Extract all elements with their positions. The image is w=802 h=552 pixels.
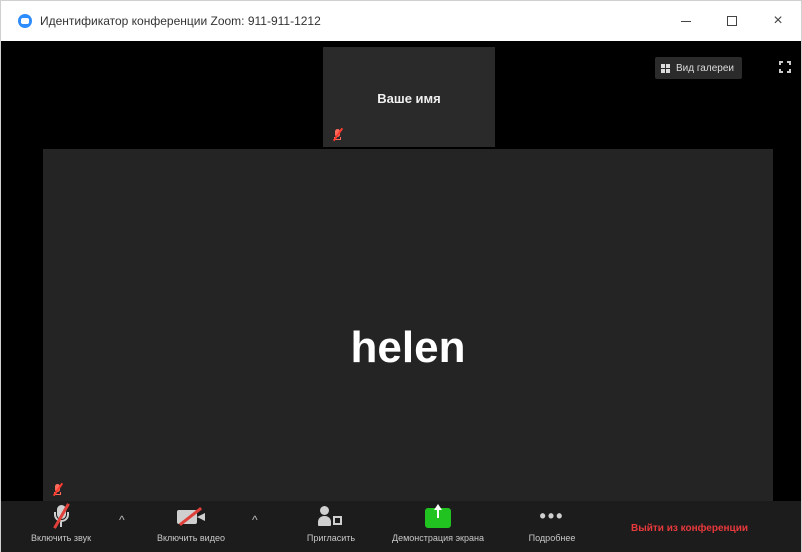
gallery-view-button[interactable]: Вид галереи — [655, 57, 742, 79]
speaker-muted-mic-icon — [52, 482, 64, 497]
start-video-button[interactable]: Включить видео — [141, 501, 241, 552]
maximize-button[interactable] — [709, 1, 755, 41]
close-icon: × — [773, 12, 783, 29]
fullscreen-icon[interactable] — [779, 61, 791, 73]
self-video-tile[interactable]: Ваше имя — [323, 47, 495, 147]
self-muted-mic-icon — [332, 127, 344, 142]
video-off-camera-icon — [175, 505, 207, 527]
invite-button[interactable]: Пригласить — [291, 501, 371, 552]
video-options-chevron-up-icon[interactable]: ^ — [252, 513, 258, 527]
active-speaker-tile[interactable]: helen — [43, 149, 773, 501]
share-screen-icon — [425, 504, 451, 528]
invite-participant-icon — [318, 505, 344, 527]
start-video-label: Включить видео — [157, 533, 225, 543]
gallery-view-label: Вид галереи — [676, 62, 734, 74]
invite-label: Пригласить — [306, 533, 356, 543]
video-stage: Ваше имя Вид галереи helen — [1, 41, 801, 501]
leave-meeting-button[interactable]: Выйти из конференции — [631, 523, 748, 534]
audio-options-chevron-up-icon[interactable]: ^ — [119, 513, 125, 527]
zoom-meeting-window: Идентификатор конференции Zoom: 911-911-… — [0, 0, 802, 552]
more-options-label: Подробнее — [528, 533, 576, 543]
share-screen-label: Демонстрация экрана — [392, 533, 484, 543]
more-dots-icon: ••• — [539, 506, 565, 526]
window-controls: × — [663, 1, 801, 41]
close-button[interactable]: × — [755, 1, 801, 41]
minimize-icon — [681, 20, 691, 22]
unmute-audio-label: Включить звук — [30, 533, 92, 543]
title-bar: Идентификатор конференции Zoom: 911-911-… — [1, 1, 801, 41]
active-speaker-name: helen — [350, 323, 466, 372]
meeting-toolbar: Включить звук ^ Включить видео ^ Приглас… — [1, 501, 801, 552]
window-title: Идентификатор конференции Zoom: 911-911-… — [40, 14, 321, 28]
maximize-icon — [727, 16, 737, 26]
muted-microphone-icon — [50, 503, 72, 529]
unmute-audio-button[interactable]: Включить звук — [11, 501, 111, 552]
gallery-grid-icon — [661, 63, 670, 73]
zoom-logo-icon — [18, 14, 32, 28]
minimize-button[interactable] — [663, 1, 709, 41]
share-screen-button[interactable]: Демонстрация экрана — [373, 501, 503, 552]
more-options-button[interactable]: ••• Подробнее — [513, 501, 591, 552]
self-participant-name: Ваше имя — [377, 91, 441, 106]
